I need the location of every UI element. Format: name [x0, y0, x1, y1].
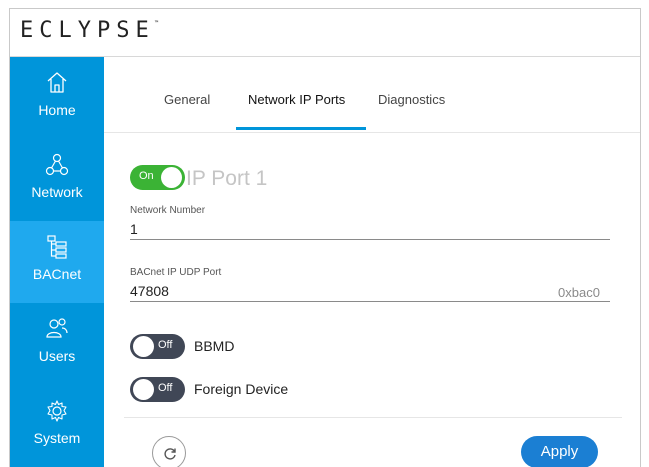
- sidebar-item-network[interactable]: Network: [10, 139, 104, 221]
- bbmd-toggle[interactable]: Off: [130, 334, 185, 359]
- sidebar-item-label: Home: [38, 102, 76, 118]
- toggle-state-label: Off: [158, 382, 173, 394]
- sidebar-item-system[interactable]: System: [10, 385, 104, 467]
- sidebar-item-label: Users: [38, 348, 76, 364]
- sidebar-item-users[interactable]: Users: [10, 303, 104, 385]
- eclypse-logo: ECLYPSE™: [20, 18, 158, 43]
- sidebar-item-home[interactable]: Home: [10, 57, 104, 139]
- bbmd-label: BBMD: [194, 338, 235, 354]
- udp-port-hex: 0xbac0: [558, 285, 600, 300]
- app-window: ECLYPSE™ Home Network BACnet Users Syste…: [9, 8, 641, 467]
- active-tab-indicator: [236, 127, 366, 130]
- foreign-device-toggle[interactable]: Off: [130, 377, 185, 402]
- udp-port-field[interactable]: [130, 283, 610, 302]
- sidebar: Home Network BACnet Users System: [10, 57, 104, 467]
- ip-port-title: IP Port 1: [186, 167, 268, 190]
- refresh-icon: [164, 448, 176, 460]
- users-icon: [45, 316, 69, 342]
- home-icon: [45, 70, 69, 96]
- tab-general[interactable]: General: [164, 92, 210, 107]
- foreign-device-label: Foreign Device: [194, 381, 289, 397]
- refresh-button[interactable]: [152, 436, 186, 467]
- sidebar-item-label: Network: [31, 184, 83, 200]
- network-number-label: Network Number: [130, 205, 206, 216]
- network-number-field[interactable]: [130, 221, 610, 240]
- toggle-state-label: On: [139, 170, 154, 182]
- top-bar: ECLYPSE™: [10, 9, 640, 57]
- toggle-knob: [161, 167, 182, 188]
- sidebar-item-label: System: [33, 430, 81, 446]
- toggle-state-label: Off: [158, 339, 173, 351]
- gear-icon: [45, 398, 69, 424]
- ip-port-enable-toggle[interactable]: On: [130, 165, 185, 190]
- tab-diagnostics[interactable]: Diagnostics: [378, 92, 445, 107]
- port-settings-panel: On IP Port 1 Network Number BACnet IP UD…: [104, 133, 640, 467]
- toggle-knob: [133, 379, 154, 400]
- sidebar-item-label: BACnet: [32, 266, 82, 282]
- tab-bar: General Network IP Ports Diagnostics: [104, 57, 640, 133]
- logo-text: ECLYPSE: [20, 18, 155, 43]
- udp-port-label: BACnet IP UDP Port: [130, 267, 222, 278]
- bacnet-icon: [45, 234, 69, 260]
- logo-trademark: ™: [154, 20, 159, 27]
- apply-button[interactable]: Apply: [521, 436, 598, 467]
- tab-network-ip-ports[interactable]: Network IP Ports: [248, 92, 345, 107]
- network-icon: [45, 152, 69, 178]
- footer-divider: [124, 417, 622, 418]
- sidebar-item-bacnet[interactable]: BACnet: [10, 221, 104, 303]
- toggle-knob: [133, 336, 154, 357]
